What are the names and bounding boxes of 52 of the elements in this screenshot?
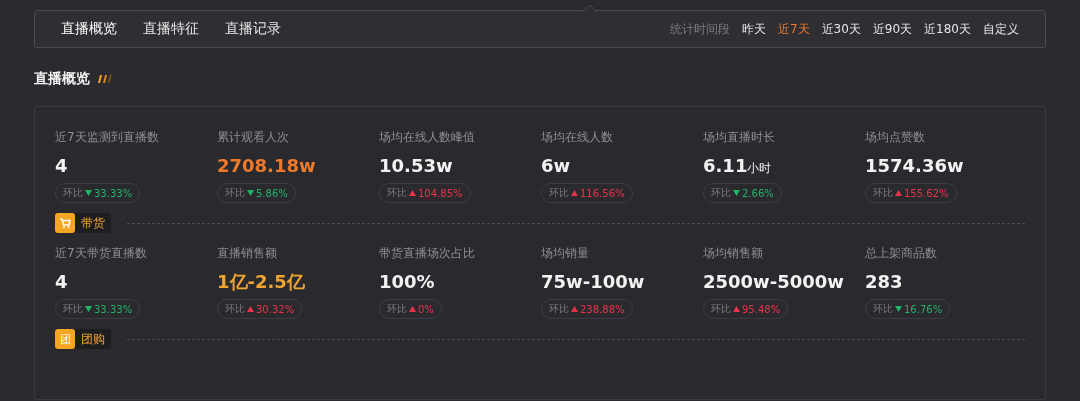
- period-option[interactable]: 近90天: [872, 20, 913, 38]
- nav-tab[interactable]: 直播特征: [143, 20, 199, 38]
- metric-value: 2708.18w: [217, 154, 316, 178]
- down-triangle-icon: [733, 190, 740, 196]
- metric-value: 10.53w: [379, 154, 453, 178]
- metric-label: 直播销售额: [217, 245, 277, 262]
- period-option[interactable]: 近7天: [777, 20, 810, 38]
- nav-tab[interactable]: 直播概览: [61, 20, 117, 38]
- cart-icon: [55, 213, 75, 233]
- nav-tab[interactable]: 直播记录: [225, 20, 281, 38]
- metric-label: 场均销量: [541, 245, 589, 262]
- metric-label: 场均销售额: [703, 245, 763, 262]
- metric-value: 6.11小时: [703, 154, 772, 178]
- period-option[interactable]: 近180天: [924, 20, 971, 38]
- down-triangle-icon: [247, 190, 254, 196]
- metric-label: 总上架商品数: [865, 245, 937, 262]
- tag-glyph: 团: [55, 329, 75, 349]
- metric-value: 4: [55, 154, 68, 178]
- metric-value: 283: [865, 270, 903, 294]
- metric-value: 1亿-2.5亿: [217, 270, 305, 294]
- metric-value: 75w-100w: [541, 270, 645, 294]
- stripes-icon: [96, 75, 112, 83]
- metric-value: 2500w-5000w: [703, 270, 844, 294]
- metric-value: 1574.36w: [865, 154, 964, 178]
- period-option[interactable]: 近30天: [821, 20, 861, 38]
- up-triangle-icon: [247, 306, 254, 312]
- up-triangle-icon: [895, 190, 902, 196]
- down-triangle-icon: [85, 190, 92, 196]
- metric-label: 近7天带货直播数: [55, 245, 147, 262]
- tag-label: 带货: [81, 214, 105, 232]
- tag-label: 团购: [81, 330, 105, 348]
- up-triangle-icon: [571, 190, 578, 196]
- period-option[interactable]: 自定义: [983, 20, 1019, 38]
- up-triangle-icon: [733, 306, 740, 312]
- down-triangle-icon: [895, 306, 902, 312]
- metric-value: 6w: [541, 154, 571, 178]
- metric-value: 4: [55, 270, 68, 294]
- down-triangle-icon: [85, 306, 92, 312]
- section-title: 直播概览: [34, 70, 90, 88]
- metric-label: 近7天监测到直播数: [55, 129, 159, 146]
- up-triangle-icon: [409, 190, 416, 196]
- up-triangle-icon: [409, 306, 416, 312]
- period-option[interactable]: 昨天: [741, 20, 766, 38]
- metric-value: 100%: [379, 270, 435, 294]
- metric-label: 场均在线人数: [541, 129, 613, 146]
- metric-label: 带货直播场次占比: [379, 245, 475, 262]
- metric-label: 场均在线人数峰值: [379, 129, 475, 146]
- period-label: 统计时间段: [669, 20, 730, 38]
- metric-label: 场均直播时长: [703, 129, 775, 146]
- up-triangle-icon: [571, 306, 578, 312]
- metric-label: 累计观看人次: [217, 129, 289, 146]
- metric-label: 场均点赞数: [865, 129, 925, 146]
